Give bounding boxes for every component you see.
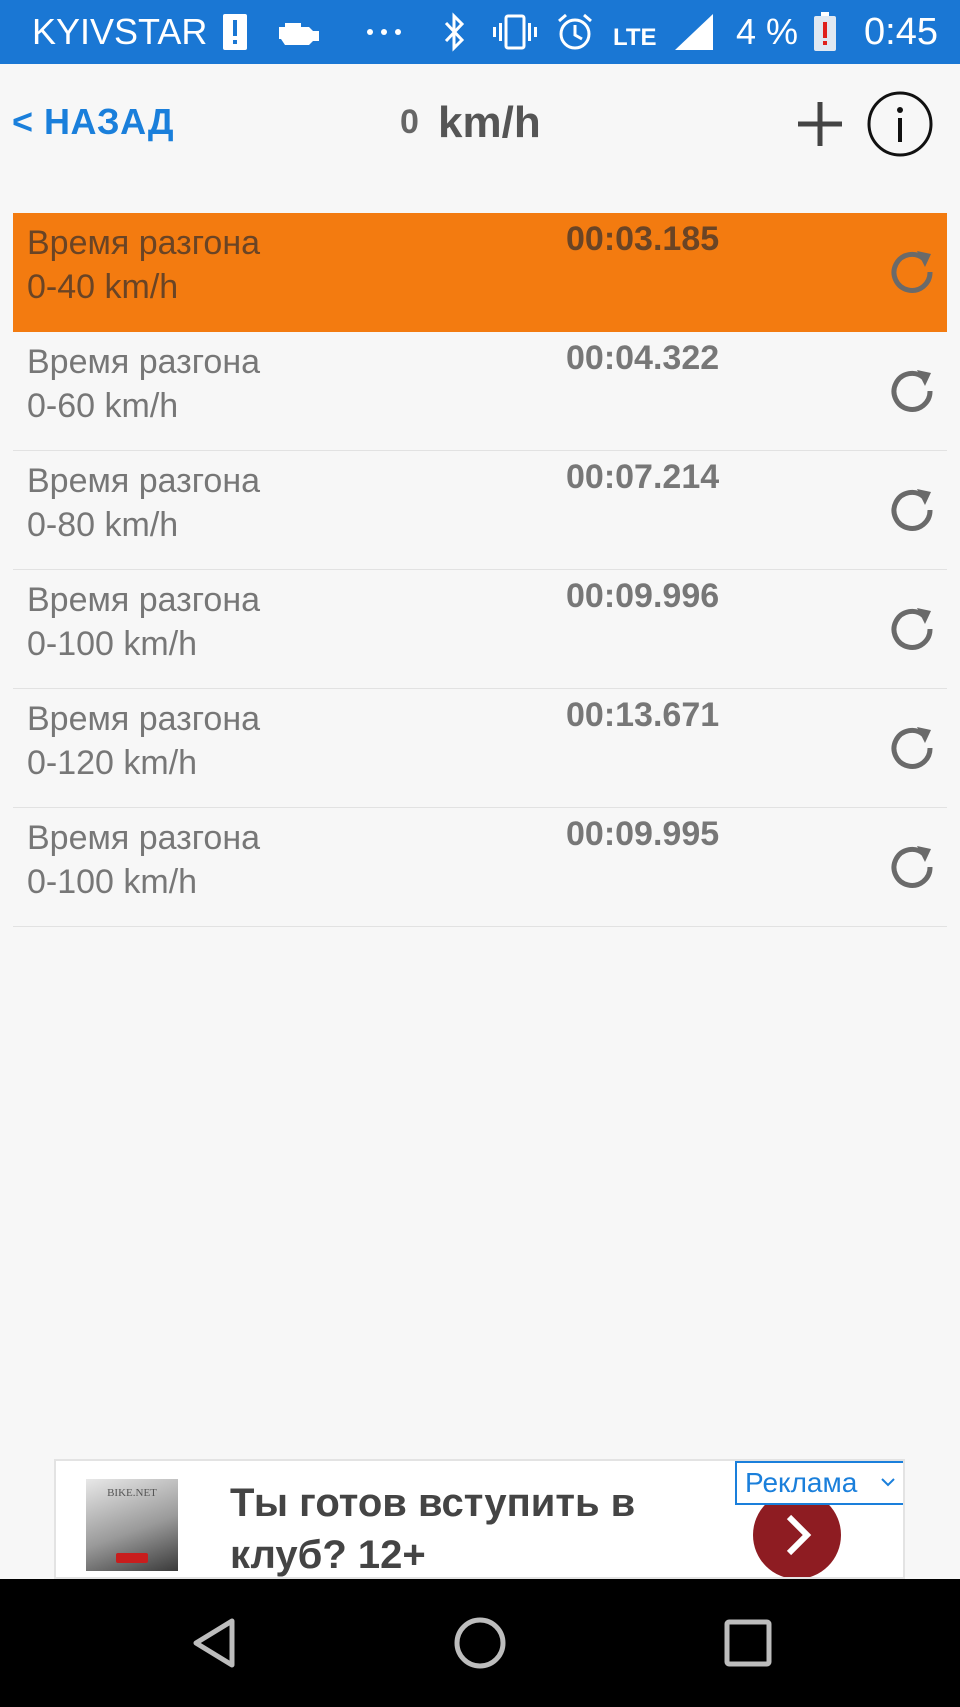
result-title: Время разгона (27, 224, 261, 262)
result-time: 00:09.995 (566, 815, 720, 853)
ad-headline[interactable]: Ты готов вступить в клуб? 12+ (230, 1477, 670, 1577)
result-time: 00:09.996 (566, 577, 720, 615)
bluetooth-icon (440, 10, 470, 54)
triangle-back-icon (193, 1618, 235, 1668)
result-time: 00:03.185 (566, 220, 720, 258)
result-range: 0-120 km/h (27, 744, 198, 782)
reset-button[interactable] (885, 602, 941, 658)
info-button[interactable] (866, 90, 934, 158)
reset-button[interactable] (885, 483, 941, 539)
result-row-0-100[interactable]: Время разгона 0-100 km/h 00:09.996 (13, 570, 947, 689)
refresh-icon (891, 727, 933, 769)
ad-banner[interactable]: BIKE.NET Ты готов вступить в клуб? 12+ Р… (54, 1459, 905, 1579)
nav-recents-button[interactable] (720, 1615, 776, 1671)
result-range: 0-40 km/h (27, 268, 179, 306)
refresh-icon (891, 370, 933, 412)
result-title: Время разгона (27, 462, 261, 500)
reset-button[interactable] (885, 364, 941, 420)
network-type: LTE (613, 24, 657, 51)
result-time: 00:04.322 (566, 339, 720, 377)
ad-badge-label: Реклама (745, 1467, 858, 1498)
reset-button[interactable] (885, 721, 941, 777)
refresh-icon (891, 608, 933, 650)
vibrate-icon (490, 10, 540, 54)
chevron-down-icon (881, 1478, 895, 1487)
ad-thumbnail-brand: BIKE.NET (107, 1487, 157, 1499)
ad-thumbnail[interactable]: BIKE.NET (86, 1479, 178, 1571)
result-title: Время разгона (27, 343, 261, 381)
result-row-0-80[interactable]: Время разгона 0-80 km/h 00:07.214 (13, 451, 947, 570)
result-range: 0-100 km/h (27, 625, 198, 663)
nav-home-button[interactable] (452, 1615, 508, 1671)
system-nav-bar (0, 1579, 960, 1707)
result-row-0-60[interactable]: Время разгона 0-60 km/h 00:04.322 (13, 332, 947, 451)
current-speed-unit: km/h (438, 98, 541, 147)
result-range: 0-80 km/h (27, 506, 179, 544)
carrier-name: KYIVSTAR (32, 11, 208, 52)
square-recents-icon (724, 1619, 772, 1667)
battery-low-icon (812, 10, 838, 54)
back-button[interactable]: < НАЗАД (12, 100, 174, 144)
alarm-icon (555, 10, 595, 54)
refresh-icon (891, 846, 933, 888)
circle-home-icon (454, 1617, 506, 1669)
reset-button[interactable] (885, 840, 941, 896)
add-button[interactable] (794, 98, 846, 150)
result-row-0-100-custom[interactable]: Время разгона 0-100 km/h 00:09.995 (13, 808, 947, 927)
result-row-0-40[interactable]: Время разгона 0-40 km/h 00:03.185 (13, 213, 947, 332)
ad-choices-badge[interactable]: Реклама (735, 1461, 903, 1505)
result-title: Время разгона (27, 581, 261, 619)
battery-percent: 4 % (736, 11, 799, 52)
reset-button[interactable] (885, 245, 941, 301)
acceleration-results-list: Время разгона 0-40 km/h 00:03.185 Время … (13, 213, 947, 927)
status-bar: KYIVSTAR LTE 4 % 0:45 (0, 0, 960, 64)
current-speed-value: 0 (400, 103, 419, 141)
refresh-icon (891, 251, 933, 293)
alert-icon (220, 10, 250, 54)
result-time: 00:13.671 (566, 696, 720, 734)
clock: 0:45 (864, 11, 938, 53)
result-range: 0-60 km/h (27, 387, 179, 425)
result-time: 00:07.214 (566, 458, 720, 496)
nav-back-button[interactable] (186, 1615, 242, 1671)
result-title: Время разгона (27, 819, 261, 857)
result-range: 0-100 km/h (27, 863, 198, 901)
result-title: Время разгона (27, 700, 261, 738)
engine-icon (274, 10, 324, 54)
signal-icon (672, 10, 716, 54)
more-icon (364, 10, 404, 54)
refresh-icon (891, 489, 933, 531)
info-icon (867, 91, 933, 157)
result-row-0-120[interactable]: Время разгона 0-120 km/h 00:13.671 (13, 689, 947, 808)
plus-icon (798, 102, 842, 146)
